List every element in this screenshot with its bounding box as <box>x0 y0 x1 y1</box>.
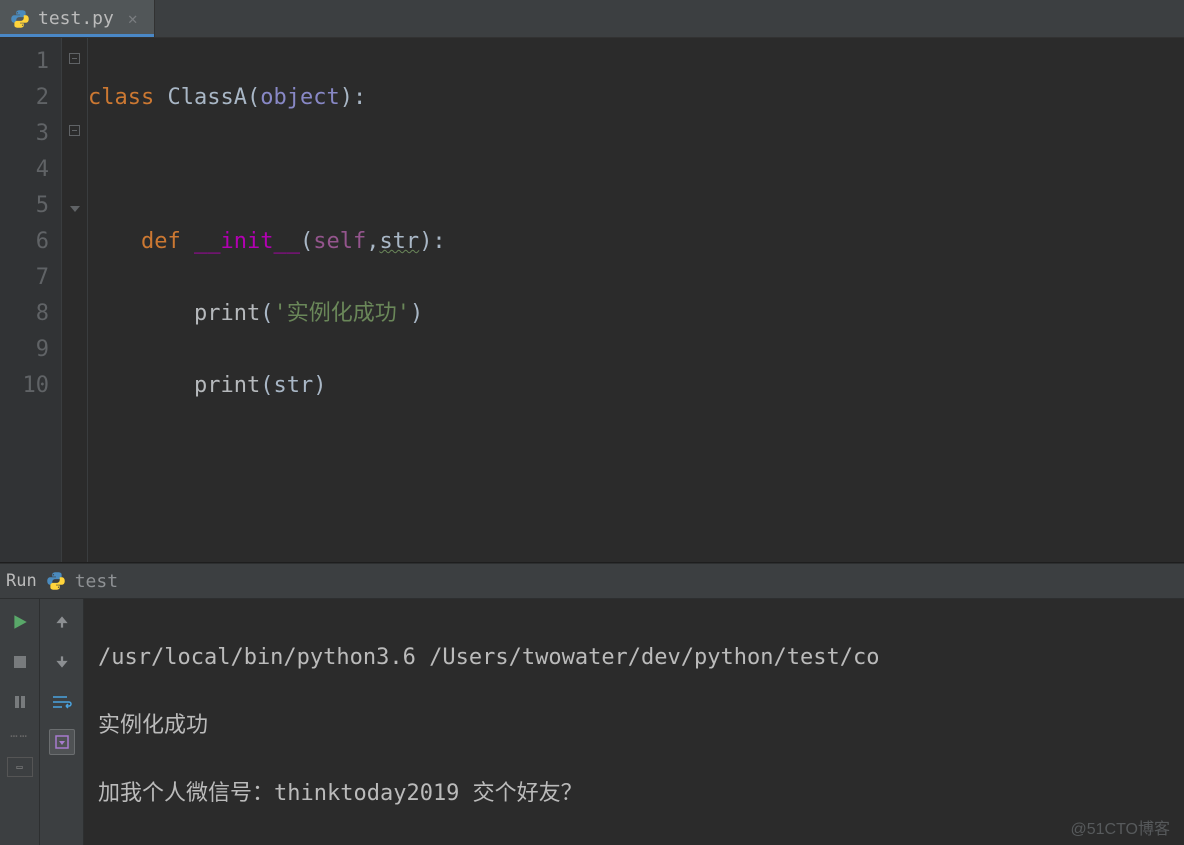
run-toolbar-secondary <box>40 599 84 845</box>
more-actions[interactable]: ⋯⋯ <box>10 729 28 743</box>
keyword-def: def <box>141 229 181 254</box>
console-output[interactable]: /usr/local/bin/python3.6 /Users/twowater… <box>84 599 1184 845</box>
code-area[interactable]: class ClassA(object): def __init__(self,… <box>88 38 1184 562</box>
line-number: 7 <box>0 260 49 296</box>
run-toolbar-primary: ⋯⋯ ▭ <box>0 599 40 845</box>
fold-end-icon[interactable] <box>70 206 80 212</box>
console-line: 加我个人微信号：thinktoday2019 交个好友？ <box>98 777 1184 811</box>
layout-button[interactable]: ▭ <box>7 757 33 777</box>
editor-tabbar: test.py ✕ <box>0 0 1184 38</box>
python-file-icon <box>10 9 30 29</box>
stop-button[interactable] <box>7 649 33 675</box>
run-toolwindow-header: Run test <box>0 563 1184 599</box>
class-name: ClassA <box>167 85 246 110</box>
fold-gutter <box>62 38 88 562</box>
code-editor[interactable]: 1 2 3 4 5 6 7 8 9 10 class ClassA(object… <box>0 38 1184 562</box>
line-number: 2 <box>0 80 49 116</box>
pause-button[interactable] <box>7 689 33 715</box>
fold-toggle-icon[interactable] <box>69 125 80 136</box>
base-class: object <box>260 85 339 110</box>
self-param: self <box>313 229 366 254</box>
string-literal: 实例化成功 <box>287 301 397 326</box>
print-call: print <box>194 373 260 398</box>
console-line: /usr/local/bin/python3.6 /Users/twowater… <box>98 641 1184 675</box>
rerun-button[interactable] <box>7 609 33 635</box>
python-icon <box>45 570 67 592</box>
scroll-up-button[interactable] <box>49 609 75 635</box>
close-icon[interactable]: ✕ <box>128 9 138 28</box>
fold-toggle-icon[interactable] <box>69 53 80 64</box>
scroll-down-button[interactable] <box>49 649 75 675</box>
line-number: 6 <box>0 224 49 260</box>
line-number: 3 <box>0 116 49 152</box>
line-number-gutter: 1 2 3 4 5 6 7 8 9 10 <box>0 38 62 562</box>
line-number: 10 <box>0 368 49 404</box>
console-line: 实例化成功 <box>98 709 1184 743</box>
run-config-name[interactable]: test <box>75 571 118 592</box>
soft-wrap-button[interactable] <box>49 689 75 715</box>
tab-filename: test.py <box>38 8 114 29</box>
line-number: 8 <box>0 296 49 332</box>
scroll-to-end-button[interactable] <box>49 729 75 755</box>
arg-str: str <box>273 373 313 398</box>
line-number: 4 <box>0 152 49 188</box>
keyword-class: class <box>88 85 154 110</box>
dunder-init: __init__ <box>194 229 300 254</box>
line-number: 1 <box>0 44 49 80</box>
tab-test-py[interactable]: test.py ✕ <box>0 0 155 37</box>
run-label: Run <box>6 571 37 591</box>
print-call: print <box>194 301 260 326</box>
line-number: 9 <box>0 332 49 368</box>
line-number: 5 <box>0 188 49 224</box>
watermark: @51CTO博客 <box>1070 815 1170 839</box>
param-str: str <box>379 229 419 254</box>
run-toolwindow: ⋯⋯ ▭ /usr/local/bin/python3.6 /Users/two… <box>0 599 1184 845</box>
